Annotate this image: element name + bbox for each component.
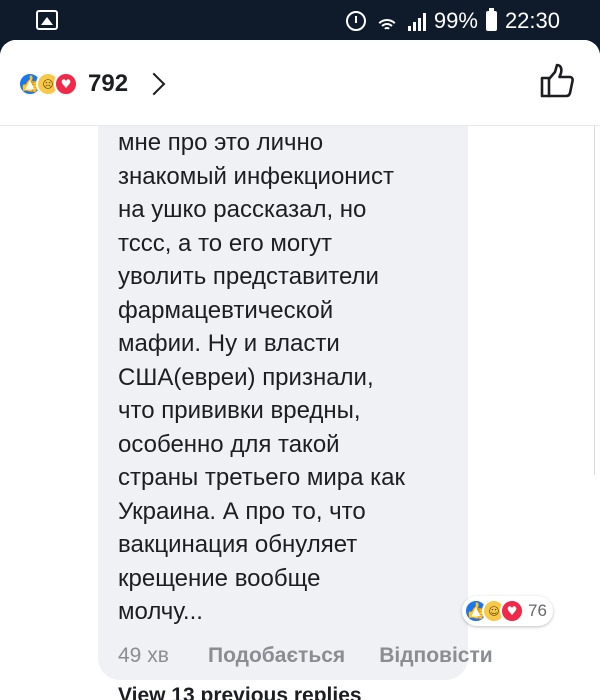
love-reaction-icon: ♥: [54, 72, 78, 96]
thumbs-up-outline-icon: [540, 63, 574, 98]
clock: 22:30: [504, 8, 560, 33]
alarm-icon: [345, 11, 366, 31]
battery-percent: 99%: [433, 8, 478, 33]
comment-actions: 49 хв Подобається Відповісти: [118, 644, 493, 668]
view-previous-replies-link[interactable]: View 13 previous replies: [118, 684, 362, 700]
comment-text: мне про это лично знакомый инфекционист …: [118, 129, 405, 625]
wifi-icon: [374, 11, 400, 31]
scrollbar[interactable]: [594, 120, 600, 475]
comment-reactions-button[interactable]: ▲ ☺ ♥ 76: [462, 596, 553, 626]
love-reaction-icon: ♥: [500, 599, 524, 623]
chevron-right-icon: [142, 72, 166, 96]
status-bar: 99% 22:30: [0, 0, 600, 40]
status-indicators: 99% 22:30: [345, 8, 560, 34]
comment-reaction-count: 76: [528, 601, 547, 620]
battery-icon: [485, 8, 497, 31]
comment-timestamp: 49 хв: [118, 644, 169, 667]
reactions-header: ▲ ☹ ♥ 792: [0, 40, 600, 126]
gallery-icon: [36, 10, 58, 30]
like-comment-button[interactable]: Подобається: [208, 644, 345, 668]
comments-panel: ▲ ☹ ♥ 792 мне про это лично знакомый инф…: [0, 40, 600, 700]
reaction-count: 792: [88, 70, 129, 97]
reply-button[interactable]: Відповісти: [379, 644, 492, 668]
reactions-summary-button[interactable]: ▲ ☹ ♥ 792: [18, 70, 166, 98]
signal-icon: [407, 11, 426, 31]
like-post-button[interactable]: [538, 62, 576, 100]
